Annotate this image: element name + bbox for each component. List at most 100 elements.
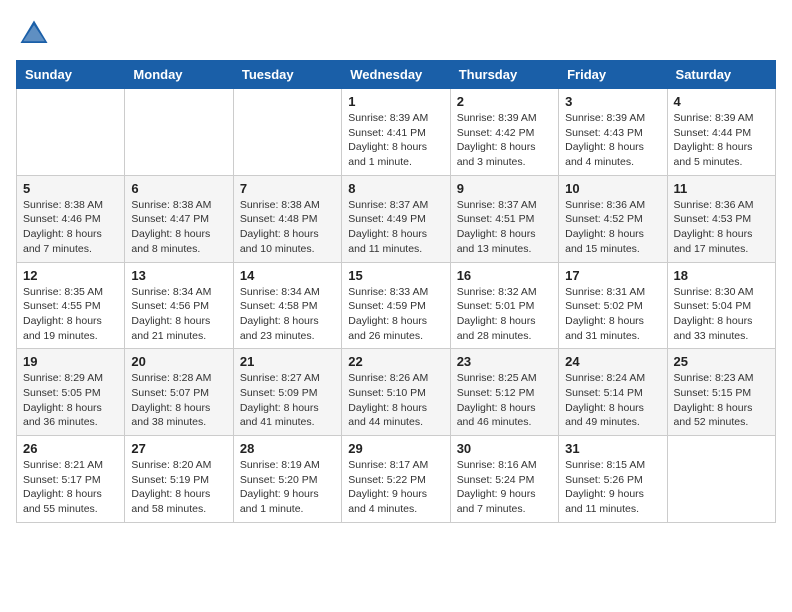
day-info: Sunrise: 8:23 AM Sunset: 5:15 PM Dayligh… [674,371,769,430]
day-info: Sunrise: 8:37 AM Sunset: 4:49 PM Dayligh… [348,198,443,257]
calendar-week-3: 12 Sunrise: 8:35 AM Sunset: 4:55 PM Dayli… [17,262,776,349]
day-number: 22 [348,354,443,369]
calendar-cell: 8 Sunrise: 8:37 AM Sunset: 4:49 PM Daylig… [342,175,450,262]
day-number: 13 [131,268,226,283]
calendar-table: Sunday Monday Tuesday Wednesday Thursday… [16,60,776,523]
calendar-cell: 4 Sunrise: 8:39 AM Sunset: 4:44 PM Daylig… [667,89,775,176]
calendar-cell: 1Sunrise: 8:39 AM Sunset: 4:41 PM Daylig… [342,89,450,176]
day-info: Sunrise: 8:17 AM Sunset: 5:22 PM Dayligh… [348,458,443,517]
day-number: 24 [565,354,660,369]
day-info: Sunrise: 8:34 AM Sunset: 4:58 PM Dayligh… [240,285,335,344]
calendar-cell: 20 Sunrise: 8:28 AM Sunset: 5:07 PM Dayli… [125,349,233,436]
calendar-cell: 28Sunrise: 8:19 AM Sunset: 5:20 PM Dayli… [233,436,341,523]
calendar-cell: 21 Sunrise: 8:27 AM Sunset: 5:09 PM Dayli… [233,349,341,436]
day-number: 12 [23,268,118,283]
header-row: Sunday Monday Tuesday Wednesday Thursday… [17,61,776,89]
day-number: 14 [240,268,335,283]
day-number: 23 [457,354,552,369]
day-info: Sunrise: 8:38 AM Sunset: 4:46 PM Dayligh… [23,198,118,257]
day-number: 10 [565,181,660,196]
calendar-cell [17,89,125,176]
calendar-cell [233,89,341,176]
day-info: Sunrise: 8:39 AM Sunset: 4:44 PM Dayligh… [674,111,769,170]
calendar-cell: 10 Sunrise: 8:36 AM Sunset: 4:52 PM Dayli… [559,175,667,262]
day-number: 6 [131,181,226,196]
calendar-cell: 31 Sunrise: 8:15 AM Sunset: 5:26 PM Dayli… [559,436,667,523]
calendar-cell: 11 Sunrise: 8:36 AM Sunset: 4:53 PM Dayli… [667,175,775,262]
day-info: Sunrise: 8:39 AM Sunset: 4:43 PM Dayligh… [565,111,660,170]
day-number: 11 [674,181,769,196]
calendar-cell: 17 Sunrise: 8:31 AM Sunset: 5:02 PM Dayli… [559,262,667,349]
calendar-cell: 12 Sunrise: 8:35 AM Sunset: 4:55 PM Dayli… [17,262,125,349]
day-number: 5 [23,181,118,196]
day-info: Sunrise: 8:37 AM Sunset: 4:51 PM Dayligh… [457,198,552,257]
calendar-week-2: 5 Sunrise: 8:38 AM Sunset: 4:46 PM Daylig… [17,175,776,262]
calendar-cell: 7 Sunrise: 8:38 AM Sunset: 4:48 PM Daylig… [233,175,341,262]
day-number: 2 [457,94,552,109]
day-info: Sunrise: 8:36 AM Sunset: 4:52 PM Dayligh… [565,198,660,257]
day-info: Sunrise: 8:16 AM Sunset: 5:24 PM Dayligh… [457,458,552,517]
day-info: Sunrise: 8:38 AM Sunset: 4:47 PM Dayligh… [131,198,226,257]
day-info: Sunrise: 8:33 AM Sunset: 4:59 PM Dayligh… [348,285,443,344]
calendar-cell [667,436,775,523]
day-info: Sunrise: 8:39 AM Sunset: 4:41 PM Dayligh… [348,111,443,170]
calendar-cell: 25Sunrise: 8:23 AM Sunset: 5:15 PM Dayli… [667,349,775,436]
calendar-cell: 19 Sunrise: 8:29 AM Sunset: 5:05 PM Dayli… [17,349,125,436]
day-info: Sunrise: 8:30 AM Sunset: 5:04 PM Dayligh… [674,285,769,344]
day-number: 15 [348,268,443,283]
day-info: Sunrise: 8:35 AM Sunset: 4:55 PM Dayligh… [23,285,118,344]
day-number: 30 [457,441,552,456]
calendar-cell: 2 Sunrise: 8:39 AM Sunset: 4:42 PM Daylig… [450,89,558,176]
day-number: 18 [674,268,769,283]
calendar-week-1: 1Sunrise: 8:39 AM Sunset: 4:41 PM Daylig… [17,89,776,176]
day-info: Sunrise: 8:29 AM Sunset: 5:05 PM Dayligh… [23,371,118,430]
day-number: 20 [131,354,226,369]
day-info: Sunrise: 8:25 AM Sunset: 5:12 PM Dayligh… [457,371,552,430]
calendar-cell: 15 Sunrise: 8:33 AM Sunset: 4:59 PM Dayli… [342,262,450,349]
col-thursday: Thursday [450,61,558,89]
calendar-cell: 14 Sunrise: 8:34 AM Sunset: 4:58 PM Dayli… [233,262,341,349]
col-sunday: Sunday [17,61,125,89]
day-number: 21 [240,354,335,369]
day-number: 4 [674,94,769,109]
day-info: Sunrise: 8:19 AM Sunset: 5:20 PM Dayligh… [240,458,335,517]
logo-icon [16,16,52,52]
day-info: Sunrise: 8:26 AM Sunset: 5:10 PM Dayligh… [348,371,443,430]
day-info: Sunrise: 8:24 AM Sunset: 5:14 PM Dayligh… [565,371,660,430]
day-number: 8 [348,181,443,196]
day-info: Sunrise: 8:36 AM Sunset: 4:53 PM Dayligh… [674,198,769,257]
col-saturday: Saturday [667,61,775,89]
calendar-body: 1Sunrise: 8:39 AM Sunset: 4:41 PM Daylig… [17,89,776,523]
calendar-cell: 5 Sunrise: 8:38 AM Sunset: 4:46 PM Daylig… [17,175,125,262]
day-info: Sunrise: 8:20 AM Sunset: 5:19 PM Dayligh… [131,458,226,517]
calendar-cell: 6 Sunrise: 8:38 AM Sunset: 4:47 PM Daylig… [125,175,233,262]
day-number: 7 [240,181,335,196]
day-number: 27 [131,441,226,456]
day-info: Sunrise: 8:39 AM Sunset: 4:42 PM Dayligh… [457,111,552,170]
calendar-week-5: 26 Sunrise: 8:21 AM Sunset: 5:17 PM Dayli… [17,436,776,523]
day-info: Sunrise: 8:38 AM Sunset: 4:48 PM Dayligh… [240,198,335,257]
day-number: 26 [23,441,118,456]
page-header [16,16,776,52]
day-info: Sunrise: 8:28 AM Sunset: 5:07 PM Dayligh… [131,371,226,430]
calendar-cell [125,89,233,176]
calendar-cell: 13 Sunrise: 8:34 AM Sunset: 4:56 PM Dayli… [125,262,233,349]
day-number: 9 [457,181,552,196]
calendar-week-4: 19 Sunrise: 8:29 AM Sunset: 5:05 PM Dayli… [17,349,776,436]
day-number: 31 [565,441,660,456]
day-info: Sunrise: 8:27 AM Sunset: 5:09 PM Dayligh… [240,371,335,430]
logo [16,16,56,52]
calendar-cell: 18 Sunrise: 8:30 AM Sunset: 5:04 PM Dayli… [667,262,775,349]
day-info: Sunrise: 8:31 AM Sunset: 5:02 PM Dayligh… [565,285,660,344]
calendar-cell: 22 Sunrise: 8:26 AM Sunset: 5:10 PM Dayli… [342,349,450,436]
day-info: Sunrise: 8:21 AM Sunset: 5:17 PM Dayligh… [23,458,118,517]
calendar-header: Sunday Monday Tuesday Wednesday Thursday… [17,61,776,89]
calendar-cell: 30 Sunrise: 8:16 AM Sunset: 5:24 PM Dayli… [450,436,558,523]
day-number: 17 [565,268,660,283]
day-number: 19 [23,354,118,369]
day-info: Sunrise: 8:34 AM Sunset: 4:56 PM Dayligh… [131,285,226,344]
col-wednesday: Wednesday [342,61,450,89]
day-number: 3 [565,94,660,109]
col-monday: Monday [125,61,233,89]
day-info: Sunrise: 8:15 AM Sunset: 5:26 PM Dayligh… [565,458,660,517]
